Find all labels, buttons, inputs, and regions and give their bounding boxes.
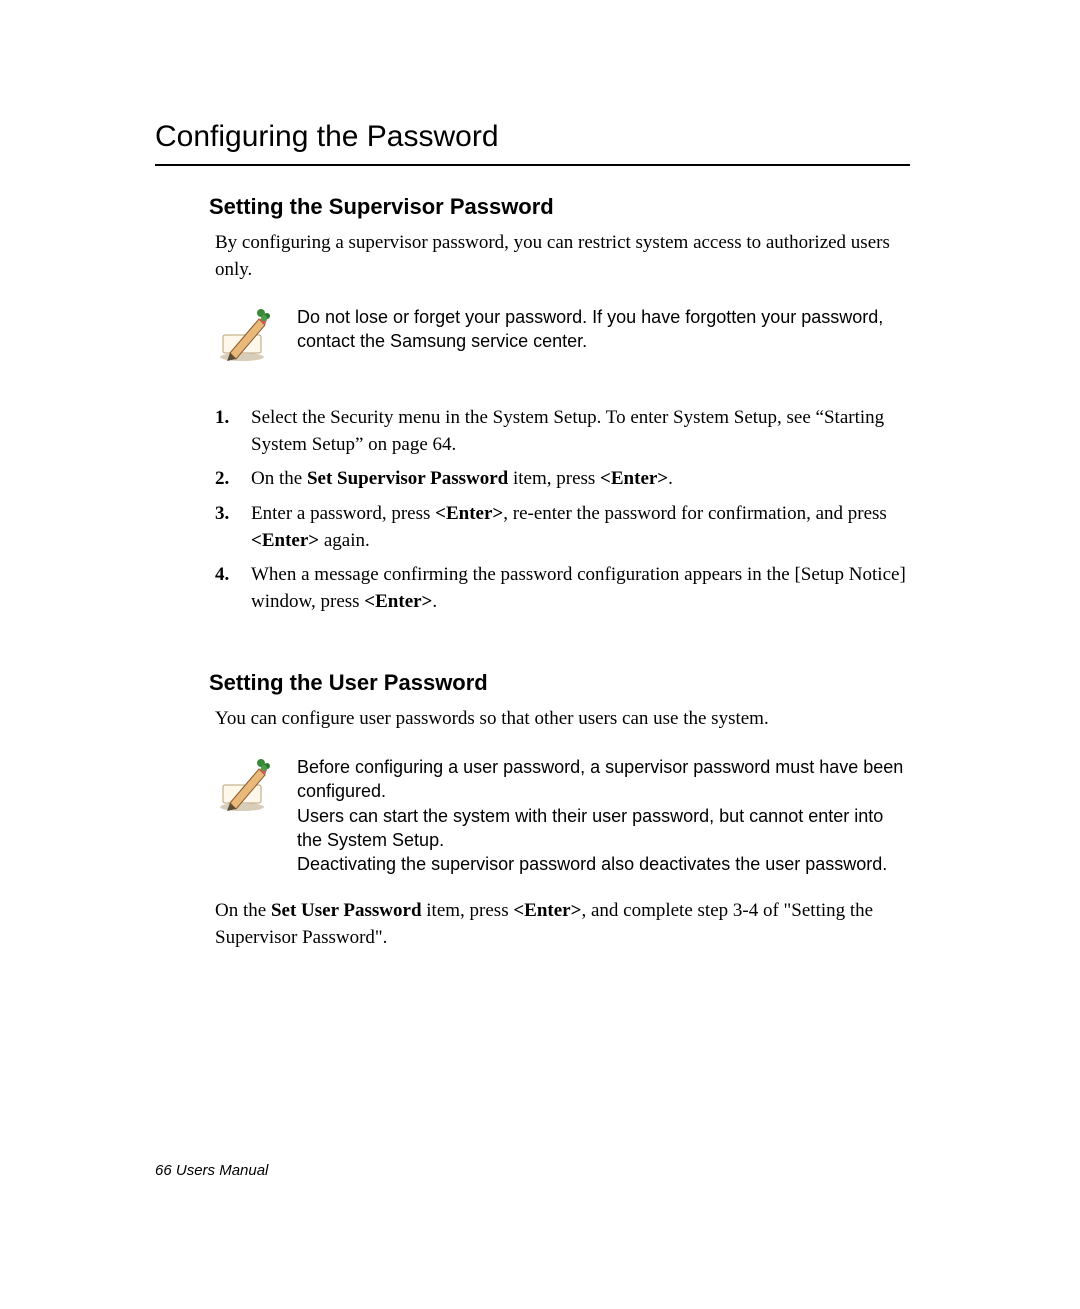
step-2: On the Set Supervisor Password item, pre… [215, 466, 910, 493]
t: , re-enter the password for confirmation… [503, 503, 887, 524]
t: item, press [422, 900, 514, 921]
title-divider [155, 164, 910, 166]
t: <Enter> [513, 900, 581, 921]
note-text-2: Before configuring a user password, a su… [297, 755, 910, 876]
note2-line3: Deactivating the supervisor password als… [297, 852, 910, 876]
step-1-text: Select the Security menu in the System S… [251, 407, 884, 455]
section2-intro: You can configure user passwords so that… [215, 706, 910, 733]
t: On the [215, 900, 271, 921]
footer-label: Users Manual [172, 1162, 269, 1179]
note2-line2: Users can start the system with their us… [297, 804, 910, 853]
t: Enter a password, press [251, 503, 435, 524]
t: When a message confirming the password c… [251, 564, 906, 612]
section1-intro: By configuring a supervisor password, yo… [215, 230, 910, 283]
t: On the [251, 468, 307, 489]
note-text-1: Do not lose or forget your password. If … [297, 305, 910, 354]
t: again. [319, 530, 370, 551]
t: <Enter> [364, 591, 432, 612]
step-4: When a message confirming the password c… [215, 562, 910, 615]
t: Set Supervisor Password [307, 468, 508, 489]
step-1: Select the Security menu in the System S… [215, 405, 910, 458]
step-3: Enter a password, press <Enter>, re-ente… [215, 501, 910, 554]
section2-heading: Setting the User Password [209, 670, 910, 696]
t: Set User Password [271, 900, 422, 921]
page-title: Configuring the Password [155, 120, 910, 154]
t: item, press [508, 468, 600, 489]
page-number: 66 [155, 1162, 172, 1179]
t: <Enter> [251, 530, 319, 551]
section2-final: On the Set User Password item, press <En… [215, 898, 910, 951]
t: <Enter> [435, 503, 503, 524]
t: <Enter> [600, 468, 668, 489]
note-block-1: Do not lose or forget your password. If … [215, 305, 910, 365]
section1-heading: Setting the Supervisor Password [209, 194, 910, 220]
note-icon [215, 305, 275, 365]
note2-line1: Before configuring a user password, a su… [297, 755, 910, 804]
t: . [432, 591, 437, 612]
steps-list: Select the Security menu in the System S… [215, 405, 910, 615]
page-footer: 66 Users Manual [155, 1162, 268, 1179]
note-icon [215, 755, 275, 815]
note-block-2: Before configuring a user password, a su… [215, 755, 910, 876]
t: . [668, 468, 673, 489]
